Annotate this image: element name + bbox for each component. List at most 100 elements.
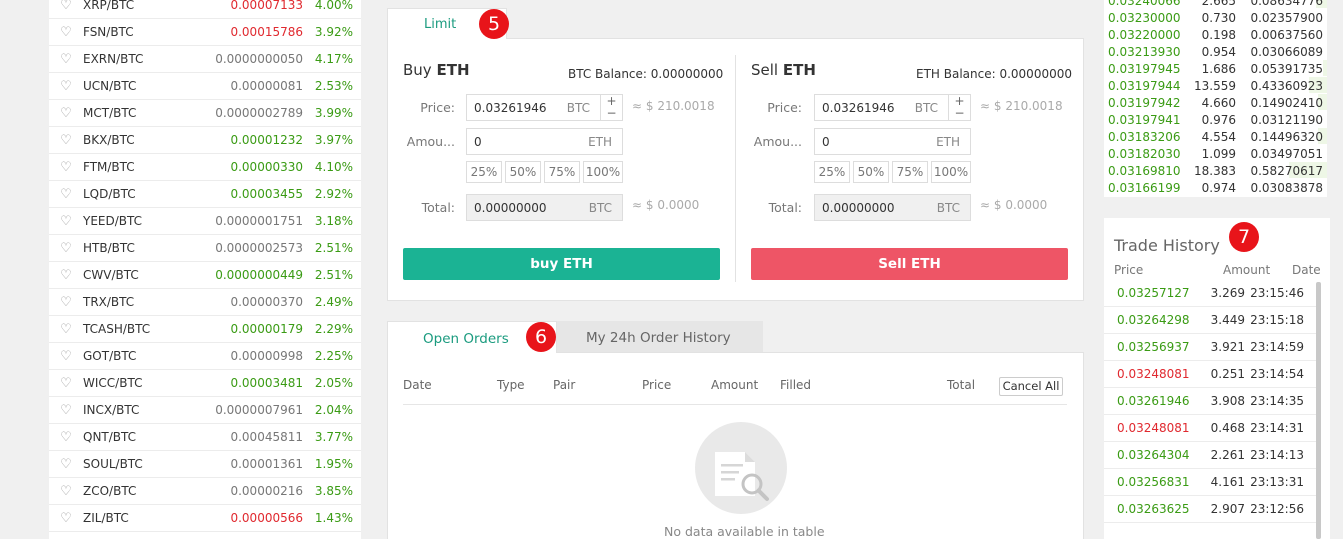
market-row[interactable]: ♡ GOT/BTC 0.00000998 2.25%	[49, 343, 361, 370]
trade-amount: 2.907	[1210, 502, 1245, 516]
order-book-row[interactable]: 0.03182030 1.099 0.03497051	[1104, 145, 1327, 162]
book-price: 0.03182030	[1108, 146, 1181, 161]
market-row[interactable]: ♡ FTM/BTC 0.00000330 4.10%	[49, 154, 361, 181]
order-book-row[interactable]: 0.03183206 4.554 0.14496320	[1104, 128, 1327, 145]
order-book-row[interactable]: 0.03166199 0.974 0.03083878	[1104, 179, 1327, 196]
book-amount: 4.660	[1201, 95, 1236, 110]
market-row[interactable]: ♡ EXRN/BTC 0.0000000050 4.17%	[49, 46, 361, 73]
heart-icon[interactable]: ♡	[49, 430, 83, 445]
order-book-row[interactable]: 0.03197941 0.976 0.03121190	[1104, 111, 1327, 128]
heart-icon[interactable]: ♡	[49, 25, 83, 40]
minus-icon[interactable]: −	[949, 107, 970, 119]
trade-time: 23:15:18	[1250, 313, 1304, 327]
sell-price-approx: ≈ $ 210.0018	[980, 99, 1063, 113]
order-book-row[interactable]: 0.03169810 18.383 0.58270617	[1104, 162, 1327, 179]
heart-icon[interactable]: ♡	[49, 268, 83, 283]
market-change: 4.10%	[314, 160, 353, 174]
market-row[interactable]: ♡ MCT/BTC 0.0000002789 3.99%	[49, 100, 361, 127]
buy-price-input[interactable]: 0.03261946 BTC + −	[466, 94, 623, 121]
market-row[interactable]: ♡ QNT/BTC 0.00045811 3.77%	[49, 424, 361, 451]
buy-price-value: 0.03261946	[474, 101, 547, 115]
market-row[interactable]: ♡ WICC/BTC 0.00003481 2.05%	[49, 370, 361, 397]
trade-time: 23:14:31	[1250, 421, 1304, 435]
th-col-amount: Amount	[1223, 263, 1271, 277]
sell-pct-75[interactable]: 75%	[892, 161, 928, 183]
order-book-row[interactable]: 0.03197944 13.559 0.43360923	[1104, 77, 1327, 94]
cancel-all-button[interactable]: Cancel All	[999, 377, 1063, 396]
heart-icon[interactable]: ♡	[49, 52, 83, 67]
heart-icon[interactable]: ♡	[49, 241, 83, 256]
buy-pct-75[interactable]: 75%	[544, 161, 580, 183]
sell-eth-button[interactable]: Sell ETH	[751, 248, 1068, 280]
market-row[interactable]: ♡ YEED/BTC 0.0000001751 3.18%	[49, 208, 361, 235]
heart-icon[interactable]: ♡	[49, 295, 83, 310]
sell-pct-25[interactable]: 25%	[814, 161, 850, 183]
buy-pct-50[interactable]: 50%	[505, 161, 541, 183]
market-row[interactable]: ♡ FSN/BTC 0.00015786 3.92%	[49, 19, 361, 46]
minus-icon[interactable]: −	[601, 107, 622, 119]
heart-icon[interactable]: ♡	[49, 106, 83, 121]
book-amount: 4.554	[1201, 129, 1236, 144]
sell-pct-50[interactable]: 50%	[853, 161, 889, 183]
market-row[interactable]: ♡ELF/BTC0.000049441.83%	[49, 532, 361, 539]
market-price: 0.00000998	[230, 349, 303, 363]
sell-total-input: 0.00000000 BTC	[814, 194, 971, 221]
buy-total-unit: BTC	[588, 201, 612, 215]
order-book-row[interactable]: 0.03230000 0.730 0.02357900	[1104, 9, 1327, 26]
heart-icon[interactable]: ♡	[49, 322, 83, 337]
market-row[interactable]: ♡ ZIL/BTC 0.00000566 1.43%	[49, 505, 361, 532]
market-pair: QNT/BTC	[83, 430, 137, 444]
book-amount: 0.976	[1201, 112, 1236, 127]
sell-amount-input[interactable]: 0 ETH	[814, 128, 971, 155]
heart-icon[interactable]: ♡	[49, 214, 83, 229]
buy-pct-25[interactable]: 25%	[466, 161, 502, 183]
market-price: 0.0000001751	[215, 214, 303, 228]
market-row[interactable]: ♡ ZCO/BTC 0.00000216 3.85%	[49, 478, 361, 505]
market-row[interactable]: ♡ INCX/BTC 0.0000007961 2.04%	[49, 397, 361, 424]
market-row[interactable]: ♡ HTB/BTC 0.0000002573 2.51%	[49, 235, 361, 262]
market-row[interactable]: ♡ UCN/BTC 0.00000081 2.53%	[49, 73, 361, 100]
tab-24h-order-history[interactable]: My 24h Order History	[556, 321, 763, 353]
trade-price: 0.03257127	[1117, 286, 1190, 300]
sell-pct-100[interactable]: 100%	[931, 161, 971, 183]
market-row[interactable]: ♡ SOUL/BTC 0.00001361 1.95%	[49, 451, 361, 478]
sell-title-prefix: Sell	[751, 61, 779, 79]
col-total: Total	[947, 378, 976, 392]
heart-icon[interactable]: ♡	[49, 511, 83, 526]
market-price: 0.00003481	[230, 376, 303, 390]
heart-icon[interactable]: ♡	[49, 133, 83, 148]
market-row[interactable]: ♡ TCASH/BTC 0.00000179 2.29%	[49, 316, 361, 343]
order-book-row[interactable]: 0.03213930 0.954 0.03066089	[1104, 43, 1327, 60]
order-book-row[interactable]: 0.03197945 1.686 0.05391735	[1104, 60, 1327, 77]
sell-price-input[interactable]: 0.03261946 BTC + −	[814, 94, 971, 121]
market-row[interactable]: ♡ LQD/BTC 0.00003455 2.92%	[49, 181, 361, 208]
heart-icon[interactable]: ♡	[49, 0, 83, 13]
buy-amount-input[interactable]: 0 ETH	[466, 128, 623, 155]
heart-icon[interactable]: ♡	[49, 403, 83, 418]
order-book-row[interactable]: 0.03197942 4.660 0.14902410	[1104, 94, 1327, 111]
heart-icon[interactable]: ♡	[49, 484, 83, 499]
heart-icon[interactable]: ♡	[49, 457, 83, 472]
order-book-row[interactable]: 0.03220000 0.198 0.00637560	[1104, 26, 1327, 43]
heart-icon[interactable]: ♡	[49, 376, 83, 391]
buy-price-stepper[interactable]: + −	[600, 95, 622, 120]
heart-icon[interactable]: ♡	[49, 349, 83, 364]
market-row[interactable]: ♡ BKX/BTC 0.00001232 3.97%	[49, 127, 361, 154]
heart-icon[interactable]: ♡	[49, 187, 83, 202]
sell-price-stepper[interactable]: + −	[948, 95, 970, 120]
buy-amount-value: 0	[474, 135, 482, 149]
order-book-row[interactable]: 0.03240066 2.665 0.08634776	[1104, 0, 1327, 9]
book-total: 0.03497051	[1250, 146, 1323, 161]
market-row[interactable]: ♡ TRX/BTC 0.00000370 2.49%	[49, 289, 361, 316]
buy-pct-100[interactable]: 100%	[583, 161, 623, 183]
buy-eth-button[interactable]: buy ETH	[403, 248, 720, 280]
market-price: 0.00000179	[230, 322, 303, 336]
market-price: 0.0000002573	[215, 241, 303, 255]
heart-icon[interactable]: ♡	[49, 160, 83, 175]
th-col-price: Price	[1114, 263, 1144, 277]
heart-icon[interactable]: ♡	[49, 79, 83, 94]
trade-history-scrollbar[interactable]	[1316, 282, 1321, 539]
market-row[interactable]: ♡ CWV/BTC 0.0000000449 2.51%	[49, 262, 361, 289]
market-change: 3.97%	[314, 133, 353, 147]
market-row[interactable]: ♡ XRP/BTC 0.00007133 4.00%	[49, 0, 361, 19]
